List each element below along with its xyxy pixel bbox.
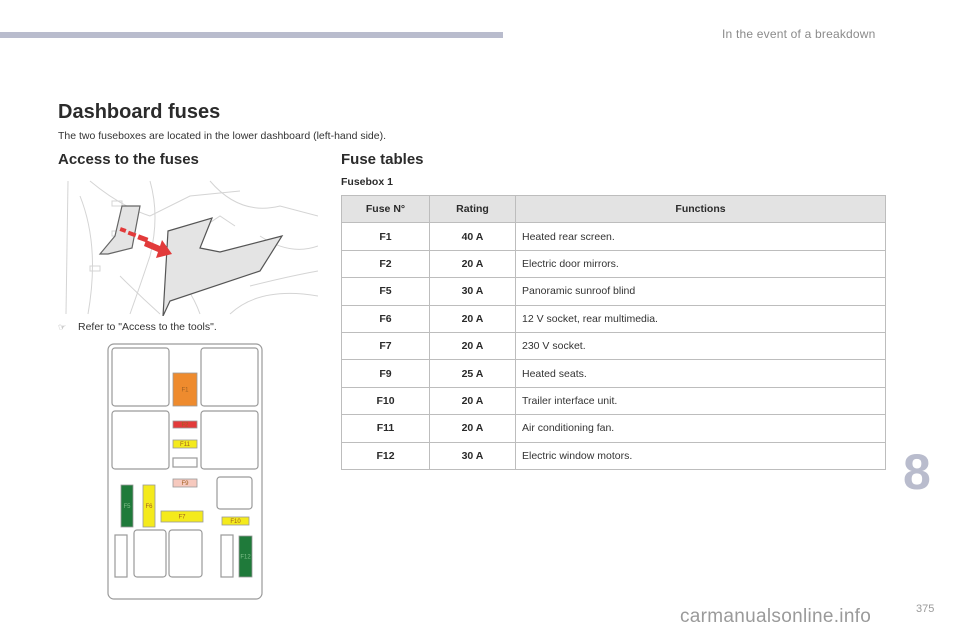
refer-instruction: ☞ Refer to "Access to the tools". [58, 321, 217, 333]
fuse-cell: F7 [341, 331, 430, 361]
function-cell: Trailer interface unit. [515, 386, 886, 416]
function-cell: 230 V socket. [515, 331, 886, 361]
table-row: F2 20 A Electric door mirrors. [341, 249, 886, 279]
fuse-label: F1 [181, 388, 189, 394]
rating-cell: 40 A [429, 222, 516, 251]
fuse-label: F10 [230, 519, 241, 525]
rating-cell: 25 A [429, 359, 516, 388]
fuse-cell: F9 [341, 359, 430, 388]
refer-link-text[interactable]: Refer to "Access to the tools". [78, 321, 217, 333]
rating-cell: 20 A [429, 249, 516, 279]
fuse-cell: F6 [341, 304, 430, 333]
rating-cell: 20 A [429, 304, 516, 333]
function-cell: Heated seats. [515, 359, 886, 388]
column-header-functions: Functions [515, 194, 886, 224]
column-header-fuse: Fuse N° [341, 194, 430, 224]
panel-cover [162, 217, 284, 316]
fuse-cell: F12 [341, 441, 430, 470]
fusebox-diagram: F1 F2 F11 F9 F5 F6 F7 F10 F12 [107, 343, 263, 600]
header-bar [0, 32, 503, 38]
fuse-label: F2 [181, 423, 189, 429]
table-header-row: Fuse N° Rating Functions [341, 194, 886, 224]
column-header-rating: Rating [429, 194, 516, 224]
access-heading: Access to the fuses [58, 151, 199, 168]
table-row: F6 20 A 12 V socket, rear multimedia. [341, 304, 886, 333]
fuse-cell: F11 [341, 414, 430, 443]
rating-cell: 20 A [429, 331, 516, 361]
watermark: carmanualsonline.info [680, 606, 872, 627]
dashboard-access-illustration [65, 180, 318, 316]
fuse-label: F5 [123, 504, 131, 510]
fuse-tables-heading: Fuse tables [341, 151, 424, 168]
fuse-cell: F2 [341, 249, 430, 279]
fusebox-label: Fusebox 1 [341, 176, 393, 188]
rating-cell: 30 A [429, 441, 516, 470]
table-row: F1 40 A Heated rear screen. [341, 222, 886, 251]
table-row: F10 20 A Trailer interface unit. [341, 386, 886, 416]
table-row: F11 20 A Air conditioning fan. [341, 414, 886, 443]
fuse-cell: F5 [341, 277, 430, 306]
rating-cell: 20 A [429, 414, 516, 443]
fuse-label: F12 [240, 555, 251, 561]
function-cell: Electric door mirrors. [515, 249, 886, 279]
fuse-label: F7 [178, 515, 186, 521]
function-cell: Heated rear screen. [515, 222, 886, 251]
table-row: F12 30 A Electric window motors. [341, 441, 886, 470]
rating-cell: 30 A [429, 277, 516, 306]
fuse-table: Fuse N° Rating Functions F1 40 A Heated re… [341, 194, 886, 470]
fuse-label: F6 [145, 504, 153, 510]
function-cell: Panoramic sunroof blind [515, 277, 886, 306]
section-title: In the event of a breakdown [722, 27, 876, 41]
table-row: F9 25 A Heated seats. [341, 359, 886, 388]
fuse-label: F9 [181, 481, 189, 487]
fuse-label: F11 [180, 442, 191, 448]
page-number: 375 [916, 603, 935, 615]
page-title: Dashboard fuses [58, 101, 221, 123]
table-row: F7 20 A 230 V socket. [341, 331, 886, 361]
function-cell: 12 V socket, rear multimedia. [515, 304, 886, 333]
fuse-cell: F1 [341, 222, 430, 251]
chapter-number: 8 [903, 444, 931, 500]
function-cell: Air conditioning fan. [515, 414, 886, 443]
pointing-hand-icon: ☞ [58, 321, 67, 332]
function-cell: Electric window motors. [515, 441, 886, 470]
fuse-cell: F10 [341, 386, 430, 416]
rating-cell: 20 A [429, 386, 516, 416]
table-row: F5 30 A Panoramic sunroof blind [341, 277, 886, 306]
intro-text: The two fuseboxes are located in the low… [58, 130, 387, 142]
